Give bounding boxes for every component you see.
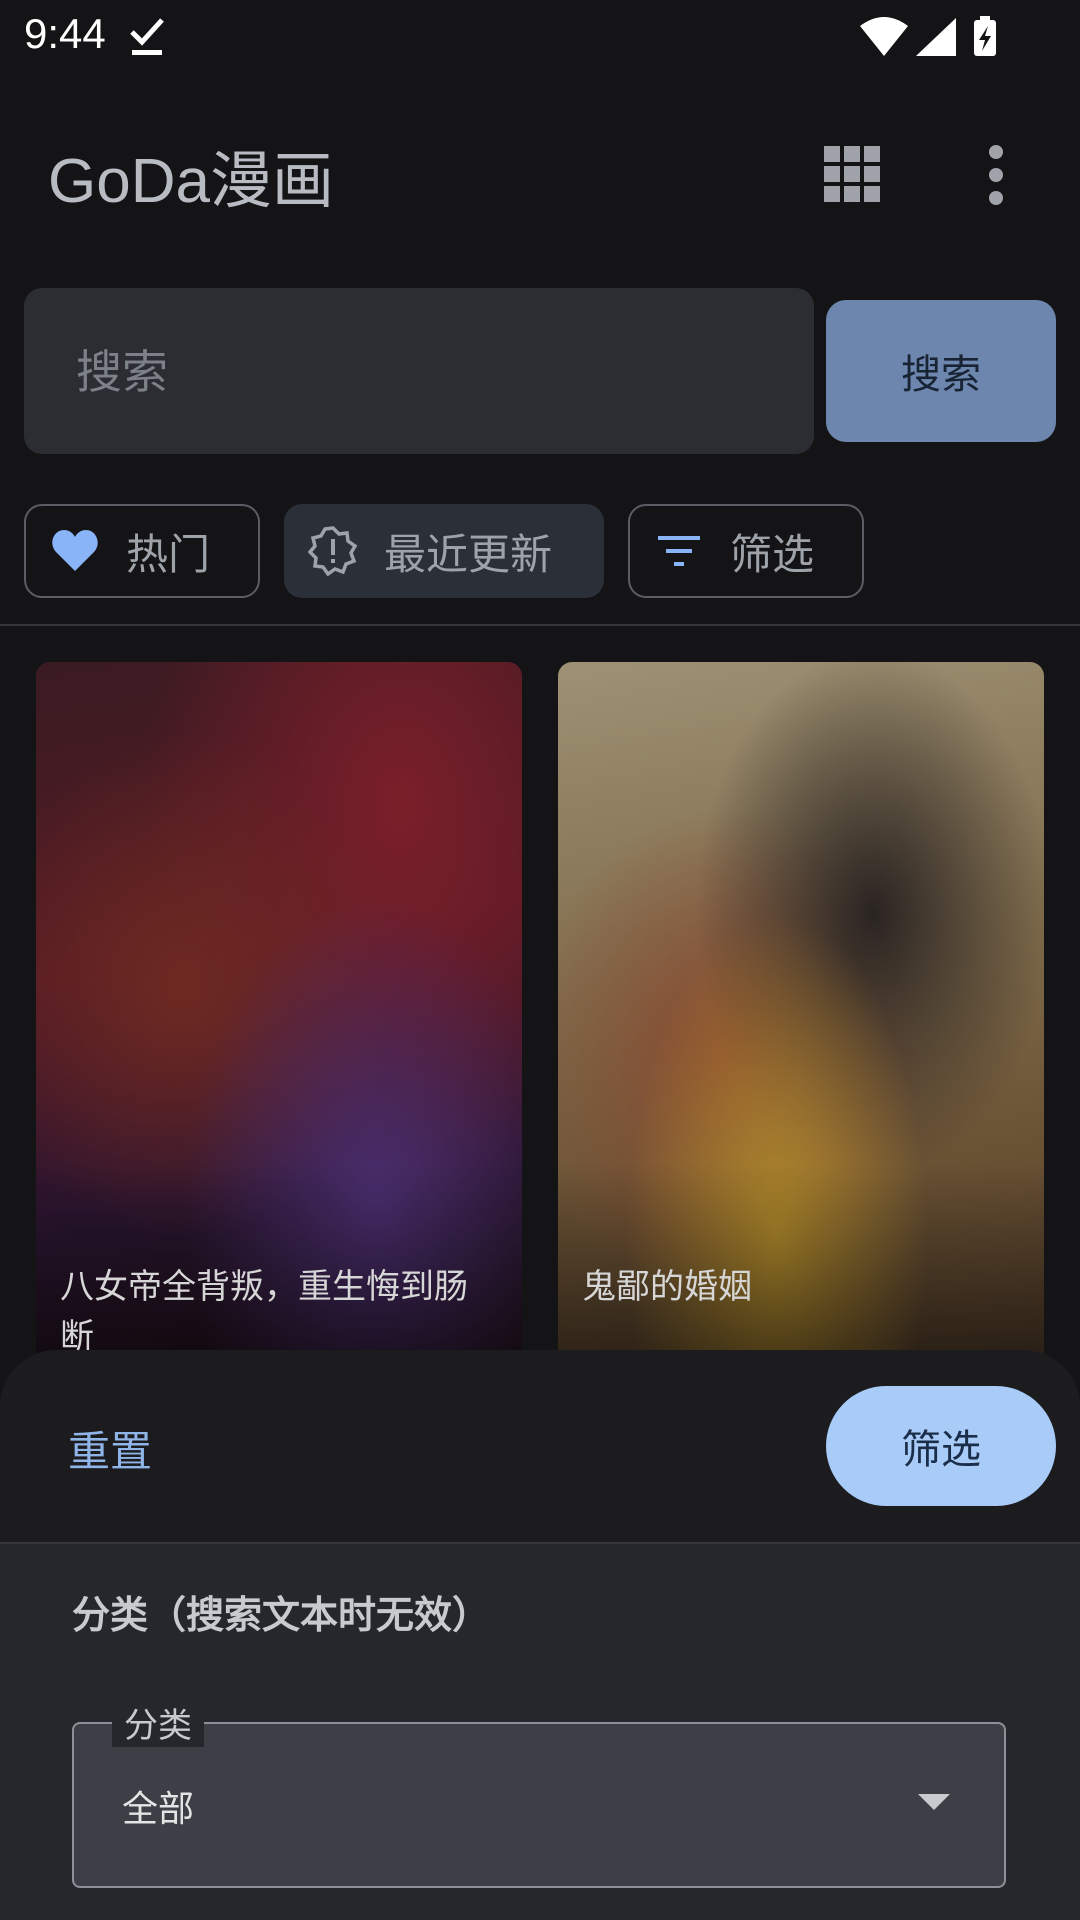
filter-icon [658, 536, 700, 566]
dropdown-arrow-icon [918, 1794, 950, 1810]
status-bar: 9:44 [0, 0, 1080, 72]
divider [0, 624, 1080, 626]
heart-icon [52, 530, 98, 571]
grid-view-icon[interactable] [822, 144, 882, 204]
category-dropdown[interactable]: 分类 全部 [72, 1698, 1006, 1888]
filter-options: 分类（搜索文本时无效） 分类 全部 [0, 1544, 1080, 1920]
chip-label: 热门 [126, 529, 211, 579]
comic-title: 鬼鄙的婚姻 [582, 1267, 752, 1307]
chip-label: 最近更新 [384, 529, 553, 579]
reset-button[interactable]: 重置 [68, 1418, 152, 1479]
app-title: GoDa漫画 [48, 147, 334, 216]
more-vert-icon[interactable] [972, 140, 1020, 210]
status-time: 9:44 [24, 10, 106, 57]
apply-filter-button[interactable]: 筛选 [826, 1386, 1056, 1506]
chip-label: 筛选 [730, 529, 815, 579]
filter-bottom-sheet: 重置 筛选 分类（搜索文本时无效） 分类 全部 [0, 1350, 1080, 1920]
new-releases-icon [308, 526, 358, 576]
chip-recent-updates[interactable]: 最近更新 [284, 504, 604, 598]
chip-hot[interactable]: 热门 [24, 504, 260, 598]
comic-card[interactable]: 鬼鄙的婚姻 [558, 662, 1044, 1382]
search-input[interactable] [74, 288, 778, 456]
search-field[interactable] [24, 288, 814, 456]
search-button[interactable]: 搜索 [826, 300, 1056, 442]
comic-title: 八女帝全背叛，重生悔到肠断 [60, 1267, 468, 1357]
system-status-icons [860, 16, 996, 56]
app-bar: GoDa漫画 [0, 90, 1080, 240]
section-title: 分类（搜索文本时无效） [72, 1593, 491, 1637]
dropdown-label: 分类 [112, 1698, 204, 1747]
comic-card[interactable]: 八女帝全背叛，重生悔到肠断 [36, 662, 522, 1382]
wifi-icon [860, 17, 908, 56]
chip-filter[interactable]: 筛选 [628, 504, 864, 598]
download-done-icon [130, 18, 164, 55]
battery-charging-icon [974, 16, 996, 56]
dropdown-value: 全部 [122, 1789, 195, 1830]
cell-signal-icon [916, 18, 956, 56]
